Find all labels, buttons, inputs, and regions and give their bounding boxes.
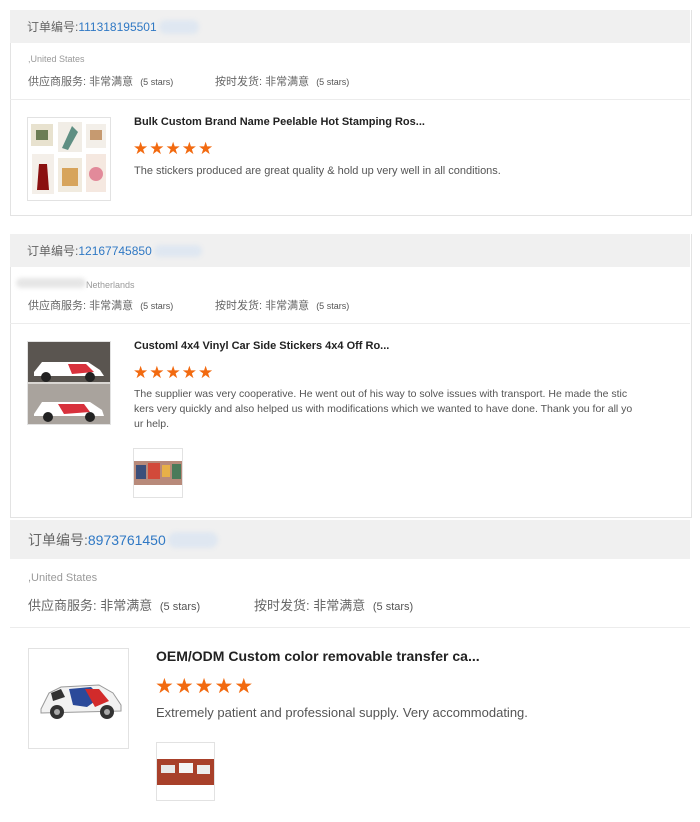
on-time-stars: (5 stars) bbox=[316, 77, 350, 87]
review-photo-thumbnail[interactable] bbox=[133, 448, 183, 498]
supplier-service-label: 供应商服务: 非常满意 bbox=[28, 300, 134, 312]
supplier-service-stars: (5 stars) bbox=[140, 301, 174, 311]
supplier-service-label: 供应商服务: 非常满意 bbox=[28, 76, 134, 88]
on-time-label: 按时发货: 非常满意 bbox=[254, 598, 366, 613]
on-time-rating: 按时发货: 非常满意 (5 stars) bbox=[215, 73, 349, 89]
review-photo-thumbnail[interactable] bbox=[156, 742, 215, 801]
divider bbox=[10, 99, 690, 100]
order-label: 订单编号: bbox=[28, 531, 88, 548]
product-title-link[interactable]: Bulk Custom Brand Name Peelable Hot Stam… bbox=[134, 116, 425, 128]
redacted-blur bbox=[153, 244, 202, 257]
order-label: 订单编号: bbox=[27, 20, 79, 34]
on-time-label: 按时发货: 非常满意 bbox=[215, 300, 310, 312]
on-time-rating: 按时发货: 非常满意 (5 stars) bbox=[254, 595, 413, 614]
rating-stars: ★★★★★ bbox=[155, 674, 254, 699]
star-icon: ★ bbox=[155, 675, 175, 698]
star-icon: ★ bbox=[149, 139, 166, 158]
order-number-link[interactable]: 111318195501 bbox=[78, 20, 156, 34]
supplier-service-stars: (5 stars) bbox=[140, 77, 174, 87]
rating-stars: ★★★★★ bbox=[133, 363, 214, 383]
supplier-service-rating: 供应商服务: 非常满意 (5 stars) bbox=[28, 595, 200, 614]
product-title-link[interactable]: Customl 4x4 Vinyl Car Side Stickers 4x4 … bbox=[134, 340, 389, 352]
review-text-line: kers very quickly and also helped us wit… bbox=[134, 403, 633, 415]
order-label: 订单编号: bbox=[27, 244, 79, 258]
on-time-label: 按时发货: 非常满意 bbox=[215, 76, 310, 88]
supplier-service-stars: (5 stars) bbox=[159, 601, 201, 613]
product-thumbnail[interactable] bbox=[27, 341, 111, 425]
order-bar-3: 订单编号: 8973761450 bbox=[10, 520, 690, 559]
star-icon: ★ bbox=[133, 139, 150, 158]
product-thumbnail[interactable] bbox=[28, 648, 129, 749]
review-text: The supplier was very cooperative. He we… bbox=[134, 387, 632, 432]
buyer-country-text: Netherlands bbox=[86, 280, 135, 290]
product-title-link[interactable]: OEM/ODM Custom color removable transfer … bbox=[156, 648, 480, 664]
order-number-link[interactable]: 12167745850 bbox=[78, 244, 151, 258]
buyer-country: Netherlands bbox=[14, 278, 135, 290]
redacted-blur bbox=[167, 531, 218, 548]
on-time-stars: (5 stars) bbox=[372, 601, 414, 613]
review-text-line: ur help. bbox=[134, 418, 170, 430]
star-icon: ★ bbox=[214, 675, 235, 698]
redacted-blur bbox=[158, 19, 199, 34]
supplier-service-label: 供应商服务: 非常满意 bbox=[28, 598, 153, 613]
review-card-2 bbox=[10, 234, 692, 518]
star-icon: ★ bbox=[194, 675, 215, 698]
supplier-service-rating: 供应商服务: 非常满意 (5 stars) bbox=[28, 297, 173, 313]
rating-stars: ★★★★★ bbox=[133, 139, 214, 159]
review-text: Extremely patient and professional suppl… bbox=[156, 705, 528, 720]
star-icon: ★ bbox=[165, 363, 182, 382]
star-icon: ★ bbox=[198, 363, 215, 382]
star-icon: ★ bbox=[165, 139, 182, 158]
star-icon: ★ bbox=[181, 139, 198, 158]
supplier-service-rating: 供应商服务: 非常满意 (5 stars) bbox=[28, 73, 173, 89]
buyer-country: ,United States bbox=[28, 572, 98, 584]
on-time-stars: (5 stars) bbox=[316, 301, 350, 311]
divider bbox=[10, 323, 690, 324]
review-photo bbox=[157, 759, 214, 785]
star-icon: ★ bbox=[149, 363, 166, 382]
order-bar-2: 订单编号: 12167745850 bbox=[10, 234, 690, 267]
star-icon: ★ bbox=[234, 675, 255, 698]
star-icon: ★ bbox=[133, 363, 150, 382]
star-icon: ★ bbox=[181, 363, 198, 382]
redacted-blur bbox=[16, 278, 86, 288]
star-icon: ★ bbox=[198, 139, 215, 158]
product-thumbnail[interactable] bbox=[27, 117, 111, 201]
star-icon: ★ bbox=[174, 675, 195, 698]
product-image bbox=[28, 342, 110, 424]
on-time-rating: 按时发货: 非常满意 (5 stars) bbox=[215, 297, 349, 313]
product-image bbox=[31, 122, 106, 194]
order-number-link[interactable]: 8973761450 bbox=[88, 532, 166, 548]
divider bbox=[10, 627, 690, 628]
review-text-line: The supplier was very cooperative. He we… bbox=[134, 388, 628, 400]
order-bar-1: 订单编号: 111318195501 bbox=[10, 10, 690, 43]
buyer-country: ,United States bbox=[28, 54, 85, 64]
product-image bbox=[40, 684, 122, 719]
review-text: The stickers produced are great quality … bbox=[134, 165, 501, 177]
review-photo bbox=[134, 461, 182, 485]
